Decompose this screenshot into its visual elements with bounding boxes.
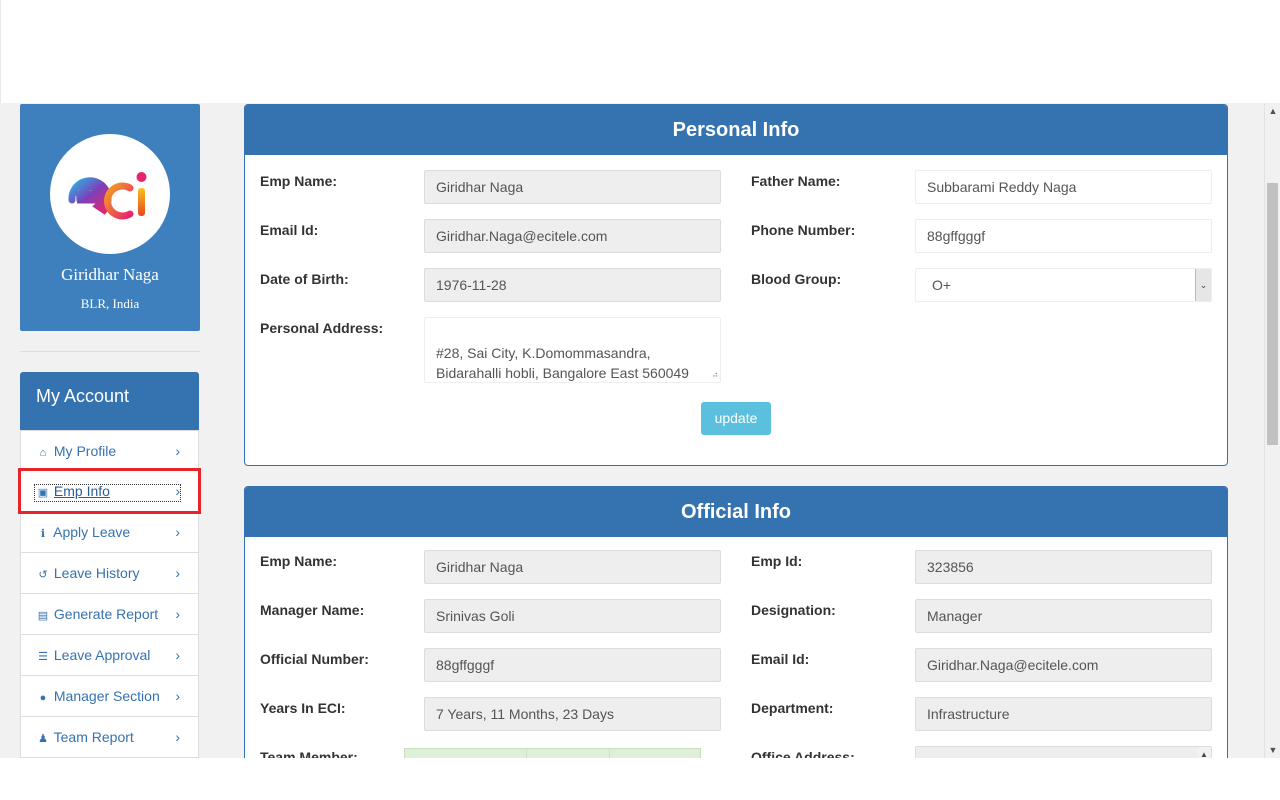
blood-group-value: O+ (932, 277, 952, 293)
email-label: Email Id: (260, 222, 319, 238)
chevron-right-icon: › (175, 606, 180, 622)
scrollbar-thumb[interactable] (1267, 183, 1278, 445)
designation-label: Designation: (751, 602, 836, 618)
sidebar-divider (20, 351, 200, 352)
official-emp-name-label: Emp Name: (260, 553, 338, 569)
top-header (0, 0, 1280, 103)
sidebar-item-leave-approval[interactable]: ☰ Leave Approval › (20, 635, 199, 676)
chevron-right-icon: › (175, 524, 180, 540)
father-name-field[interactable]: Subbarami Reddy Naga (915, 170, 1212, 204)
info-icon: ℹ (40, 528, 46, 540)
office-address-field[interactable]: ▲ (915, 746, 1212, 758)
official-email-field[interactable]: Giridhar.Naga@ecitele.com (915, 648, 1212, 682)
official-email-label: Email Id: (751, 651, 810, 667)
emp-name-label: Emp Name: (260, 173, 338, 189)
official-info-panel: Official Info Emp Name: Giridhar Naga Em… (244, 486, 1228, 758)
sidebar-item-label: Leave History (53, 565, 140, 581)
manager-name-label: Manager Name: (260, 602, 365, 618)
years-field[interactable]: 7 Years, 11 Months, 23 Days (424, 697, 721, 731)
father-name-label: Father Name: (751, 173, 841, 189)
history-icon: ↺ (38, 569, 48, 581)
sidebar-item-label: Apply Leave (53, 524, 131, 540)
email-field[interactable]: Giridhar.Naga@ecitele.com (424, 219, 721, 253)
page-content: Giridhar Naga BLR, India My Account ⌂ My… (0, 103, 1264, 758)
list-icon: ☰ (38, 651, 48, 663)
dob-field[interactable]: 1976-11-28 (424, 268, 721, 302)
manager-name-field[interactable]: Srinivas Goli (424, 599, 721, 633)
address-label: Personal Address: (260, 320, 384, 336)
sidebar-item-manager-section[interactable]: ● Manager Section › (20, 676, 199, 717)
sidebar-item-leave-history[interactable]: ↺ Leave History › (20, 553, 199, 594)
emp-id-label: Emp Id: (751, 553, 803, 569)
official-number-field[interactable]: 88gffgggf (424, 648, 721, 682)
sidebar-item-generate-report[interactable]: ▤ Generate Report › (20, 594, 199, 635)
chevron-down-icon[interactable]: ⌄ (1195, 269, 1211, 301)
sidebar-item-my-profile[interactable]: ⌂ My Profile › (20, 430, 199, 471)
eci-logo-icon (68, 172, 147, 220)
phone-field[interactable]: 88gffgggf (915, 219, 1212, 253)
address-text: #28, Sai City, K.Domommasandra, Bidaraha… (436, 345, 689, 381)
chevron-right-icon: › (175, 647, 180, 663)
sidebar-item-label: Generate Report (53, 606, 159, 622)
official-info-title: Official Info (245, 487, 1227, 537)
my-account-heading: My Account (20, 372, 199, 430)
personal-info-title: Personal Info (245, 105, 1227, 155)
resize-grip-icon[interactable]: ⠴ (712, 371, 718, 379)
company-logo (50, 134, 170, 254)
users-icon: ♟ (38, 733, 48, 745)
emp-name-field[interactable]: Giridhar Naga (424, 170, 721, 204)
profile-card: Giridhar Naga BLR, India (20, 104, 200, 331)
update-button[interactable]: update (701, 402, 771, 435)
blood-group-select[interactable]: O+ ⌄ (915, 268, 1212, 302)
chevron-up-icon[interactable]: ▲ (1197, 747, 1211, 758)
official-number-label: Official Number: (260, 651, 369, 667)
sidebar-item-label: My Profile (53, 443, 117, 459)
sidebar-item-label: Team Report (53, 729, 134, 745)
emp-info-highlight (18, 468, 201, 514)
sidebar-item-apply-leave[interactable]: ℹ Apply Leave › (20, 512, 199, 553)
user-icon: ● (39, 692, 47, 704)
chevron-right-icon: › (175, 565, 180, 581)
table-column-divider (526, 749, 527, 758)
dob-label: Date of Birth: (260, 271, 349, 287)
designation-field[interactable]: Manager (915, 599, 1212, 633)
bottom-bar (0, 758, 1280, 800)
official-emp-name-field[interactable]: Giridhar Naga (424, 550, 721, 584)
personal-info-panel: Personal Info Emp Name: Giridhar Naga Fa… (244, 104, 1228, 466)
years-label: Years In ECI: (260, 700, 346, 716)
department-field[interactable]: Infrastructure (915, 697, 1212, 731)
sidebar-item-label: Leave Approval (53, 647, 151, 663)
office-address-label: Office Address: (751, 749, 855, 758)
phone-label: Phone Number: (751, 222, 856, 238)
profile-name: Giridhar Naga (61, 265, 159, 284)
home-icon: ⌂ (39, 447, 47, 459)
file-excel-icon: ▤ (37, 610, 49, 622)
department-label: Department: (751, 700, 834, 716)
chevron-right-icon: › (175, 729, 180, 745)
chevron-right-icon: › (175, 688, 180, 704)
header-edge (0, 0, 1, 103)
chevron-right-icon: › (175, 443, 180, 459)
blood-group-label: Blood Group: (751, 271, 842, 287)
team-member-label: Team Member: (260, 749, 358, 758)
emp-id-field[interactable]: 323856 (915, 550, 1212, 584)
sidebar-item-team-report[interactable]: ♟ Team Report › (20, 717, 199, 758)
profile-location: BLR, India (80, 296, 140, 311)
table-column-divider (609, 749, 610, 758)
scroll-down-icon[interactable]: ▼ (1265, 742, 1280, 758)
team-member-table (404, 748, 701, 758)
page-scrollbar[interactable]: ▲ ▼ (1264, 103, 1280, 758)
address-textarea[interactable]: #28, Sai City, K.Domommasandra, Bidaraha… (424, 317, 721, 383)
sidebar-item-label: Manager Section (53, 688, 160, 704)
scroll-up-icon[interactable]: ▲ (1265, 103, 1280, 119)
